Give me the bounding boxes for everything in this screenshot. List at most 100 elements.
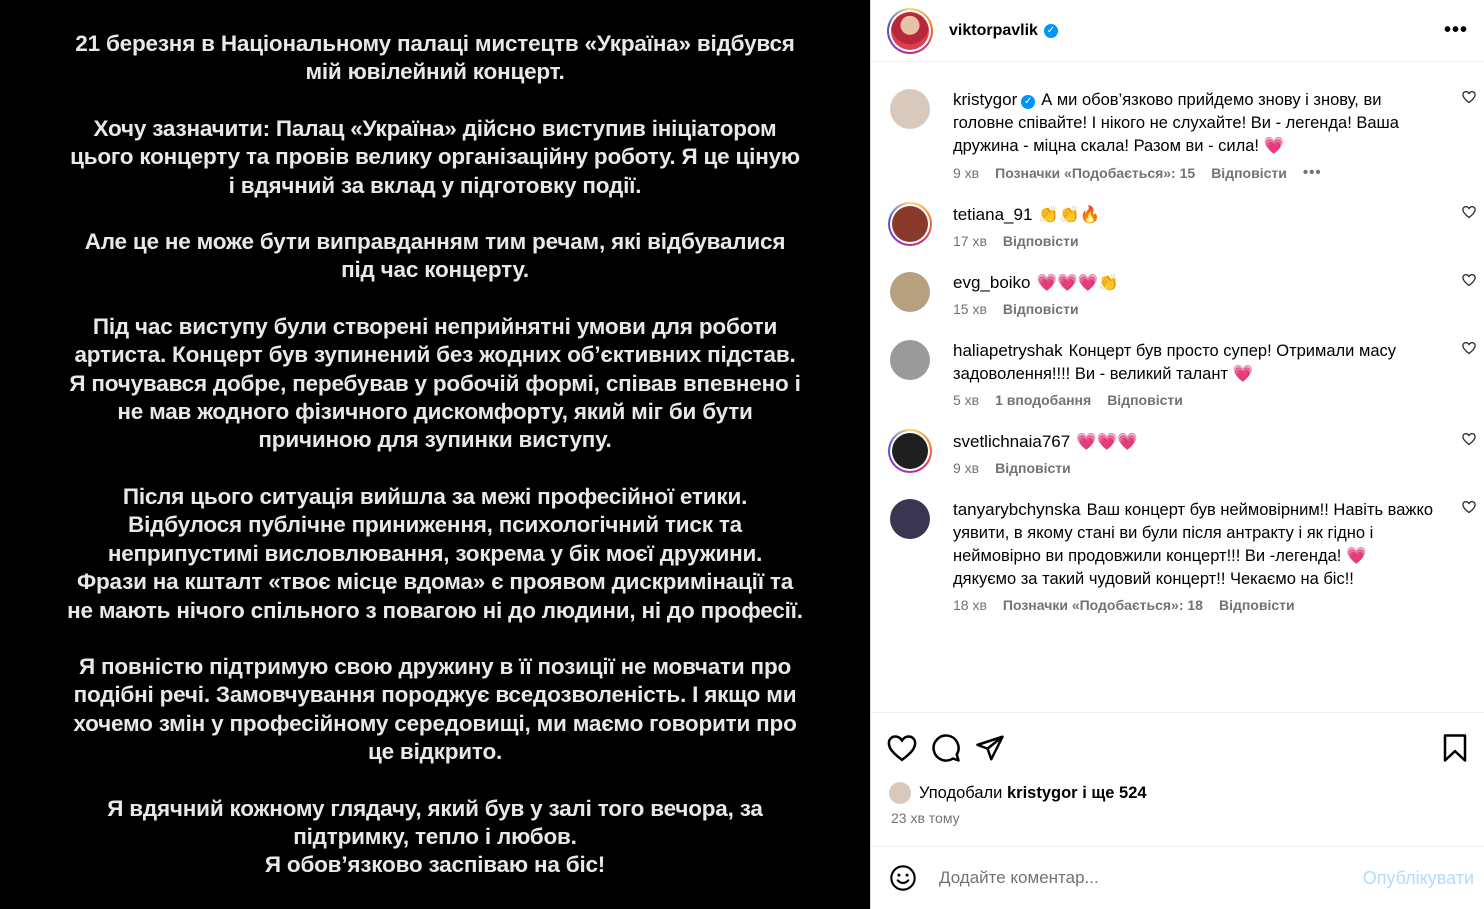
share-icon[interactable] bbox=[975, 733, 1005, 763]
story-line: 21 березня в Національному палаці мистец… bbox=[75, 31, 795, 56]
like-heart-icon[interactable] bbox=[887, 734, 917, 762]
commenter-avatar-wrap[interactable] bbox=[889, 88, 931, 130]
more-options-icon[interactable]: ••• bbox=[1444, 19, 1468, 42]
commenter-avatar[interactable] bbox=[890, 340, 930, 380]
reply-button[interactable]: Відповісти bbox=[1003, 233, 1079, 249]
story-line: Відбулося публічне приниження, психологі… bbox=[128, 512, 742, 538]
story-line: мій ювілейний концерт. bbox=[305, 59, 565, 85]
reply-button[interactable]: Відповісти bbox=[1211, 165, 1287, 181]
likes-middle: і bbox=[1082, 783, 1087, 802]
commenter-avatar-wrap[interactable] bbox=[888, 429, 932, 473]
verified-badge-icon: ✓ bbox=[1021, 95, 1036, 109]
comment-time[interactable]: 9 хв bbox=[953, 460, 979, 476]
comment-time[interactable]: 9 хв bbox=[953, 165, 979, 181]
author-avatar[interactable] bbox=[891, 11, 929, 50]
commenter-username[interactable]: evg_boiko bbox=[953, 273, 1031, 292]
liker-username[interactable]: kristygor bbox=[1007, 784, 1078, 803]
story-line: і вдячний за вклад у підготовку події. bbox=[228, 172, 642, 198]
commenter-username[interactable]: kristygor bbox=[953, 90, 1017, 109]
commenter-username[interactable]: tanyarybchynska bbox=[953, 500, 1081, 519]
comment-meta: 18 хв Позначки «Подобається»: 18 Відповіст… bbox=[953, 597, 1438, 613]
author-username[interactable]: viktorpavlik bbox=[949, 22, 1038, 40]
story-line: Я повністю підтримую свою дружину в її п… bbox=[78, 653, 792, 679]
verified-badge-icon: ✓ bbox=[1043, 23, 1058, 38]
author-avatar-ring[interactable] bbox=[887, 7, 933, 54]
commenter-avatar-wrap[interactable] bbox=[889, 271, 931, 313]
comment-time[interactable]: 15 хв bbox=[953, 301, 987, 317]
story-line: неприпустимі висловлювання, зокрема у бі… bbox=[107, 540, 763, 566]
commenter-username[interactable]: svetlichnaia767 bbox=[953, 432, 1070, 451]
commenter-avatar[interactable] bbox=[890, 499, 930, 539]
commenter-username[interactable]: tetiana_91 bbox=[953, 205, 1032, 224]
story-line: Але це не може бути виправданням тим реч… bbox=[84, 229, 786, 255]
commenter-avatar[interactable] bbox=[892, 433, 928, 469]
reply-button[interactable]: Відповісти bbox=[1003, 301, 1079, 317]
commenter-avatar[interactable] bbox=[890, 89, 930, 129]
post-comment-button[interactable]: Опублікувати bbox=[1363, 868, 1474, 889]
post-time[interactable]: 23 хв тому bbox=[891, 810, 1466, 826]
story-line: Я обов’язково заспіваю на біс! bbox=[264, 852, 606, 878]
comment-item: tetiana_91 👏👏🔥 17 хв Відповісти bbox=[888, 202, 1476, 249]
story-paragraph: Після цього ситуація вийшла за межі проф… bbox=[6, 483, 864, 625]
comment-emoji: 💗💗💗👏 bbox=[1036, 274, 1119, 292]
comment-time[interactable]: 17 хв bbox=[953, 233, 987, 249]
comment-meta: 15 хв Відповісти bbox=[953, 301, 1438, 317]
story-line: не мав жодного фізичного дискомфорту, як… bbox=[117, 399, 753, 425]
bookmark-icon[interactable] bbox=[1442, 733, 1468, 763]
story-line: причиною для зупинки виступу. bbox=[258, 427, 612, 453]
comment-text-block: evg_boiko 💗💗💗👏 bbox=[953, 271, 1438, 295]
likes-prefix: Уподобали bbox=[919, 783, 1003, 802]
comment-item: tanyarybchynska Ваш концерт був неймовірн… bbox=[889, 498, 1476, 613]
comment-emoji: 💗 bbox=[1263, 137, 1285, 155]
comment-likes[interactable]: 1 вподобання bbox=[995, 392, 1091, 408]
story-line: не мають нічого спільного з повагою ні д… bbox=[67, 597, 803, 623]
comment-text-block: tanyarybchynska Ваш концерт був неймовірн… bbox=[953, 498, 1438, 591]
story-paragraph: Я вдячний кожному глядачу, який був у за… bbox=[6, 795, 864, 880]
emoji-icon[interactable] bbox=[889, 864, 917, 892]
comment-time[interactable]: 18 хв bbox=[953, 597, 987, 613]
reply-button[interactable]: Відповісти bbox=[1107, 392, 1183, 408]
reply-button[interactable]: Відповісти bbox=[1219, 597, 1295, 613]
comment-meta: 5 хв 1 вподобання Відповісти bbox=[953, 392, 1438, 408]
comment-item: kristygor ✓ А ми обов’язково прийдемо знов… bbox=[889, 88, 1476, 181]
comment-text-block: haliapetryshak Концерт був просто супер! … bbox=[953, 339, 1438, 386]
story-line: під час концерту. bbox=[341, 257, 529, 283]
story-line: цього концерту та провів велику організа… bbox=[70, 144, 800, 170]
action-bar bbox=[871, 712, 1484, 782]
commenter-avatar-wrap[interactable] bbox=[889, 498, 931, 540]
comment-emoji: 💗 bbox=[1345, 547, 1367, 565]
comment-time[interactable]: 5 хв bbox=[953, 392, 979, 408]
comment-meta: 17 хв Відповісти bbox=[953, 233, 1438, 249]
comment-input[interactable] bbox=[937, 867, 1363, 889]
likes-count[interactable]: ще 524 bbox=[1091, 784, 1146, 803]
story-line: артиста. Концерт був зупинений без жодни… bbox=[74, 342, 796, 368]
story-line: подібні речі. Замовчування породжує всед… bbox=[73, 682, 797, 708]
commenter-avatar[interactable] bbox=[890, 272, 930, 312]
comment-emoji: 💗 bbox=[1232, 365, 1254, 383]
comment-meta: 9 хв Позначки «Подобається»: 15 Відповісти… bbox=[953, 164, 1438, 181]
commenter-username[interactable]: haliapetryshak bbox=[953, 341, 1063, 360]
story-line: підтримку, тепло і любов. bbox=[293, 823, 577, 849]
story-paragraph: Але це не може бути виправданням тим реч… bbox=[6, 228, 864, 285]
comment-icon[interactable] bbox=[931, 733, 961, 763]
story-line: Я вдячний кожному глядачу, який був у за… bbox=[107, 795, 763, 821]
comment-text-block: kristygor ✓ А ми обов’язково прийдемо знов… bbox=[953, 88, 1438, 158]
commenter-avatar[interactable] bbox=[892, 206, 928, 242]
reply-button[interactable]: Відповісти bbox=[995, 460, 1071, 476]
comment-options-icon[interactable]: ••• bbox=[1303, 164, 1322, 181]
liker-avatar[interactable] bbox=[889, 782, 911, 804]
story-paragraph: Хочу зазначити: Палац «Україна» дійсно в… bbox=[6, 115, 864, 200]
commenter-avatar-wrap[interactable] bbox=[889, 339, 931, 381]
story-paragraph: Під час виступу були створені неприйнятн… bbox=[6, 313, 864, 455]
comment-emoji: 👏👏🔥 bbox=[1038, 206, 1101, 224]
comment-likes[interactable]: Позначки «Подобається»: 15 bbox=[995, 165, 1195, 181]
commenter-avatar-wrap[interactable] bbox=[888, 202, 932, 246]
story-line: хочемо змін у професійному середовищі, м… bbox=[73, 710, 797, 736]
story-paragraph: Я повністю підтримую свою дружину в її п… bbox=[6, 653, 864, 767]
comment-likes[interactable]: Позначки «Подобається»: 18 bbox=[1003, 597, 1203, 613]
story-paragraph: 21 березня в Національному палаці мистец… bbox=[6, 30, 864, 87]
comment-emoji: 💗💗💗 bbox=[1076, 433, 1138, 451]
story-line: Фрази на кшталт «твоє місце вдома» є про… bbox=[76, 569, 794, 595]
story-line: Хочу зазначити: Палац «Україна» дійсно в… bbox=[93, 115, 777, 141]
comments-list: kristygor ✓ А ми обов’язково прийдемо знов… bbox=[871, 62, 1484, 712]
